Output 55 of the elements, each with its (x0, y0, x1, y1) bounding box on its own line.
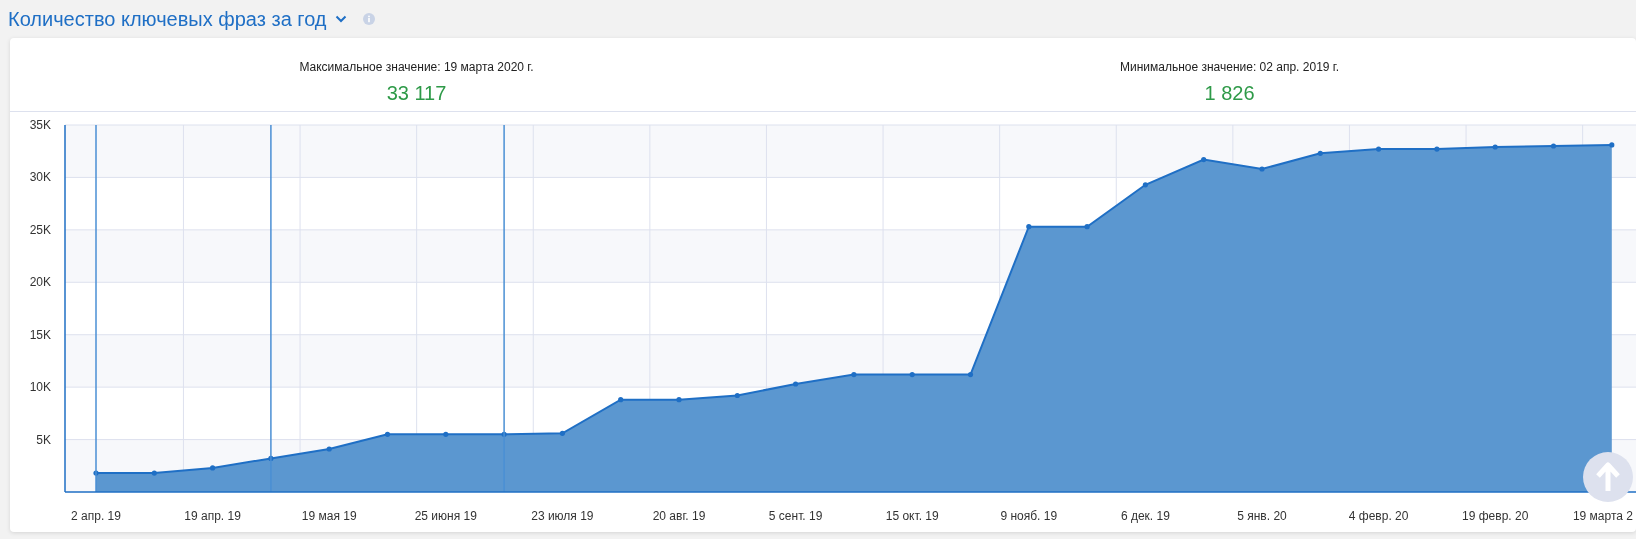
x-tick-label: 4 февр. 20 (1348, 509, 1409, 523)
x-tick-label: 9 нояб. 19 (1000, 509, 1058, 523)
stat-value: 1 826 (1204, 81, 1255, 106)
x-tick-label: 6 дек. 19 (1120, 509, 1170, 523)
data-point[interactable] (151, 470, 157, 476)
data-point[interactable] (559, 430, 565, 436)
y-tick-label: 15K (29, 327, 51, 342)
data-point[interactable] (793, 381, 799, 387)
y-tick-label: 30K (29, 170, 51, 185)
chevron-down-icon[interactable] (334, 15, 347, 23)
x-tick-label: 15 окт. 19 (885, 509, 939, 523)
data-point[interactable] (618, 397, 624, 403)
data-point[interactable] (967, 372, 974, 378)
stat-value: 33 117 (386, 81, 447, 106)
data-point[interactable] (734, 392, 740, 399)
data-point[interactable] (1142, 182, 1148, 188)
data-point[interactable] (1550, 143, 1557, 149)
x-tick-label: 19 мая 19 (301, 509, 357, 523)
section-title: Количество ключевых фраз за год (8, 7, 327, 32)
y-tick-label: 5K (36, 432, 51, 447)
data-point[interactable] (1609, 142, 1615, 148)
data-point[interactable] (93, 470, 99, 476)
data-point[interactable] (1201, 157, 1207, 163)
data-point[interactable] (268, 455, 274, 461)
x-tick-label: 25 июня 19 (414, 509, 477, 523)
data-point[interactable] (1259, 166, 1265, 172)
data-point[interactable] (1026, 224, 1032, 230)
data-point[interactable] (1317, 150, 1323, 156)
data-point[interactable] (851, 372, 857, 378)
data-point[interactable] (326, 446, 332, 452)
x-tick-label: 20 авг. 19 (652, 509, 706, 523)
x-tick-label: 19 марта 2 (1572, 509, 1633, 523)
x-tick-label: 23 июля 19 (531, 509, 594, 523)
y-tick-label: 35K (29, 118, 51, 132)
stat-label: Максимальное значение: 19 марта 2020 г. (299, 59, 534, 76)
stat-label: Минимальное значение: 02 апр. 2019 г. (1119, 59, 1340, 76)
x-tick-label: 5 янв. 20 (1237, 509, 1287, 523)
y-tick-label: 25K (29, 222, 51, 237)
data-point[interactable] (384, 431, 391, 437)
arrow-up-icon (1595, 462, 1621, 492)
data-point[interactable] (676, 397, 682, 403)
x-tick-label: 5 сент. 19 (768, 509, 823, 523)
data-point[interactable] (1376, 146, 1382, 152)
y-tick-label: 20K (29, 275, 51, 290)
data-point[interactable] (443, 431, 449, 437)
data-point[interactable] (1492, 144, 1498, 150)
data-point[interactable] (909, 372, 915, 378)
x-tick-label: 2 апр. 19 (71, 509, 121, 523)
y-tick-label: 10K (29, 380, 51, 395)
data-point[interactable] (1434, 146, 1440, 152)
x-tick-label: 19 апр. 19 (184, 509, 241, 523)
data-point[interactable] (210, 465, 216, 471)
x-tick-label: 19 февр. 20 (1462, 509, 1529, 523)
data-point[interactable] (501, 431, 507, 437)
data-point[interactable] (1084, 224, 1090, 230)
